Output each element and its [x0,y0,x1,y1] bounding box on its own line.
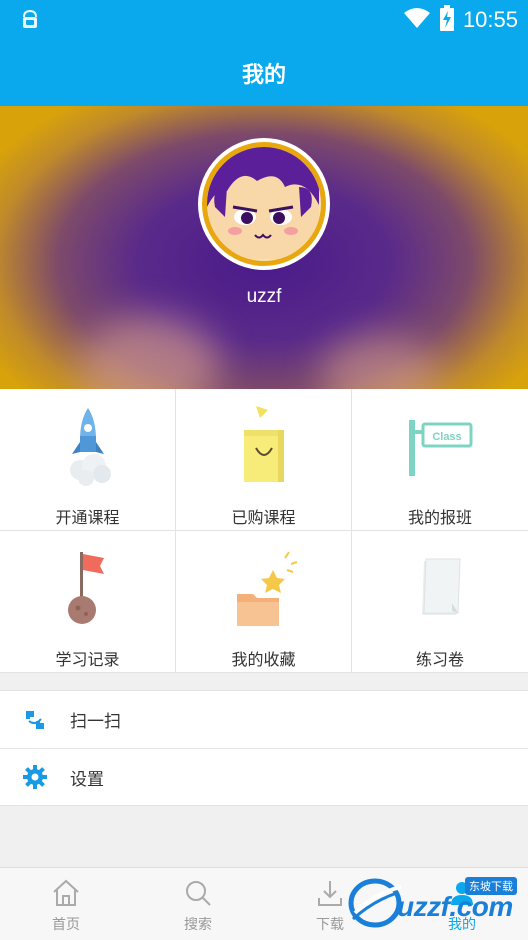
gear-icon [22,764,48,790]
watermark-text: uzzf.com [397,891,513,922]
shopping-bag-icon [176,401,351,491]
tab-label: 搜索 [184,917,212,933]
grid-item-label: 开通课程 [55,508,120,527]
profile-banner: uzzf [0,106,528,389]
avatar-image [207,147,319,259]
search-icon [181,876,215,910]
notification-icon [20,8,40,30]
grid-item-purchased-courses[interactable]: 已购课程 [176,389,352,531]
wifi-icon [403,7,431,33]
title-bar: 我的 [0,40,528,106]
grid-item-label: 学习记录 [55,650,120,669]
grid-item-study-record[interactable]: 学习记录 [0,531,176,673]
menu-list: 扫一扫 设置 [0,690,528,806]
tab-home[interactable]: 首页 [0,868,132,940]
grid-item-label: 我的收藏 [231,650,296,669]
feature-grid: 开通课程 已购课程 Class 我的报班 学习记录 我的收藏 练习卷 [0,389,528,673]
class-sign-text: Class [432,431,461,443]
scan-icon [22,707,48,733]
tab-label: 首页 [52,917,80,933]
grid-item-my-favorites[interactable]: 我的收藏 [176,531,352,673]
class-sign-icon: Class [352,401,528,491]
flag-icon [0,543,175,633]
avatar[interactable] [198,138,330,270]
status-time: 10:55 [462,7,518,32]
menu-item-label: 设置 [70,769,104,790]
status-bar: 10:55 [0,0,528,40]
paper-icon [352,543,528,633]
menu-item-scan[interactable]: 扫一扫 [0,691,528,748]
rocket-icon [0,401,175,491]
menu-item-label: 扫一扫 [70,712,121,732]
menu-item-settings[interactable]: 设置 [0,748,528,805]
tab-label: 下载 [316,917,344,933]
grid-item-label: 练习卷 [415,650,464,669]
grid-item-practice-paper[interactable]: 练习卷 [352,531,528,673]
watermark-logo: 东坡下载 uzzf.com [345,873,525,931]
page-title: 我的 [241,63,286,88]
username: uzzf [246,286,282,307]
folder-star-icon [176,543,351,633]
grid-item-my-class[interactable]: Class 我的报班 [352,389,528,531]
tab-search[interactable]: 搜索 [132,868,264,940]
battery-charging-icon [439,5,455,35]
download-icon [313,876,347,910]
home-icon [49,876,83,910]
grid-item-open-course[interactable]: 开通课程 [0,389,176,531]
grid-item-label: 已购课程 [231,508,296,527]
grid-item-label: 我的报班 [407,508,472,527]
